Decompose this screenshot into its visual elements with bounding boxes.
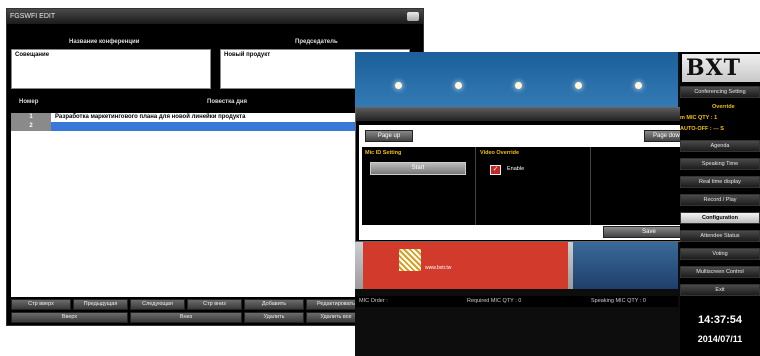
move-down-button[interactable]: Вниз — [130, 312, 242, 323]
agenda-row-2[interactable]: 2 — [11, 122, 411, 131]
sidebar-item-speaking-time[interactable]: Speaking Time — [680, 158, 760, 170]
sidebar-item-configuration[interactable]: Configuration — [680, 212, 760, 224]
sidebar-item-attendee-status[interactable]: Attendee Status — [680, 230, 760, 242]
number-column-header: Номер — [19, 99, 39, 105]
delete-button[interactable]: Удалить — [244, 312, 304, 323]
qr-code-image — [399, 249, 421, 271]
page-down-button[interactable]: Стр вниз — [187, 299, 242, 310]
settings-panel: Mic ID Setting Start Video Override ✓ En… — [362, 147, 694, 225]
sidebar-item-exit[interactable]: Exit — [680, 284, 760, 296]
speaking-mic-qty: Speaking MIC QTY : 0 — [591, 298, 646, 304]
column-divider — [475, 147, 476, 225]
status-bar: MIC Order : Required MIC QTY : 0 Speakin… — [355, 296, 678, 307]
ceiling-lamp — [395, 82, 402, 89]
page-up-button[interactable]: Page up — [365, 130, 413, 142]
video-override-label: Video Override — [480, 150, 520, 156]
column-divider — [590, 147, 591, 225]
start-button[interactable]: Start — [370, 162, 466, 175]
conference-name-header: Название конференции — [69, 39, 140, 45]
agenda-column-header: Повестка дня — [207, 99, 248, 105]
mic-id-setting-label: Mic ID Setting — [365, 150, 402, 156]
previous-button[interactable]: Предыдущая — [73, 299, 128, 310]
banner-url: www.bxtr.tw — [425, 265, 452, 271]
clock-time: 14:37:54 — [697, 314, 743, 326]
override-label: Override — [712, 104, 735, 110]
row-number: 1 — [11, 113, 51, 122]
sidebar-item-record-play[interactable]: Record / Play — [680, 194, 760, 206]
sidebar-item-agenda[interactable]: Agenda — [680, 140, 760, 152]
move-up-button[interactable]: Вверх — [11, 312, 128, 323]
right-sidebar: BXT Conferencing Setting Override m MIC … — [680, 52, 760, 356]
enable-checkbox[interactable]: ✓ — [490, 165, 501, 175]
ceiling-lamp — [635, 82, 642, 89]
button-row-2: Вверх Вниз Удалить Удалить все — [11, 312, 366, 323]
conference-name-field[interactable]: Совещание — [11, 49, 211, 89]
agenda-row-1[interactable]: 1 Разработка маркетингового плана для но… — [11, 113, 411, 122]
ceiling-lamp — [515, 82, 522, 89]
clock-date: 2014/07/11 — [697, 334, 743, 344]
conference-name-value: Совещание — [15, 52, 50, 58]
window-close-icon[interactable] — [407, 12, 419, 21]
auto-off-label: AUTO-OFF : --- S — [680, 126, 724, 132]
configuration-dialog: ✕ Page up Page down Mic ID Setting Start… — [355, 107, 700, 242]
next-button[interactable]: Следующая — [130, 299, 185, 310]
dialog-titlebar — [356, 108, 699, 121]
booth-image — [573, 242, 678, 289]
button-row-1: Стр вверх Предыдущая Следующая Стр вниз … — [11, 299, 366, 310]
conferencing-setting-button[interactable]: Conferencing Setting — [680, 86, 760, 98]
ceiling-lamp — [575, 82, 582, 89]
ceiling-lamp — [455, 82, 462, 89]
add-button[interactable]: Добавить — [244, 299, 304, 310]
window-title: FGSWFI EDIT — [7, 9, 423, 24]
enable-label: Enable — [507, 166, 525, 172]
row-number: 2 — [11, 122, 51, 131]
page-up-button[interactable]: Стр вверх — [11, 299, 71, 310]
mic-order: MIC Order : — [359, 298, 388, 304]
row-text: Разработка маркетингового плана для ново… — [55, 114, 246, 120]
agenda-list: 1 Разработка маркетингового плана для но… — [11, 113, 411, 297]
conference-control-window: www.bxtr.tw ✕ Page up Page down Mic ID S… — [355, 52, 760, 356]
dialog-body: Page up Page down Mic ID Setting Start V… — [359, 125, 697, 240]
sidebar-item-real-time-display[interactable]: Real time display — [680, 176, 760, 188]
presenter-header: Председатель — [295, 39, 338, 45]
exhibition-banner — [363, 242, 568, 289]
sidebar-item-multiscreen-control[interactable]: Multiscreen Control — [680, 266, 760, 278]
sidebar-item-voting[interactable]: Voting — [680, 248, 760, 260]
required-mic-qty: Required MIC QTY : 0 — [467, 298, 522, 304]
mic-qty-label: m MIC QTY : 1 — [680, 115, 718, 121]
presenter-value: Новый продукт — [224, 52, 271, 58]
bxt-logo: BXT — [682, 54, 760, 82]
